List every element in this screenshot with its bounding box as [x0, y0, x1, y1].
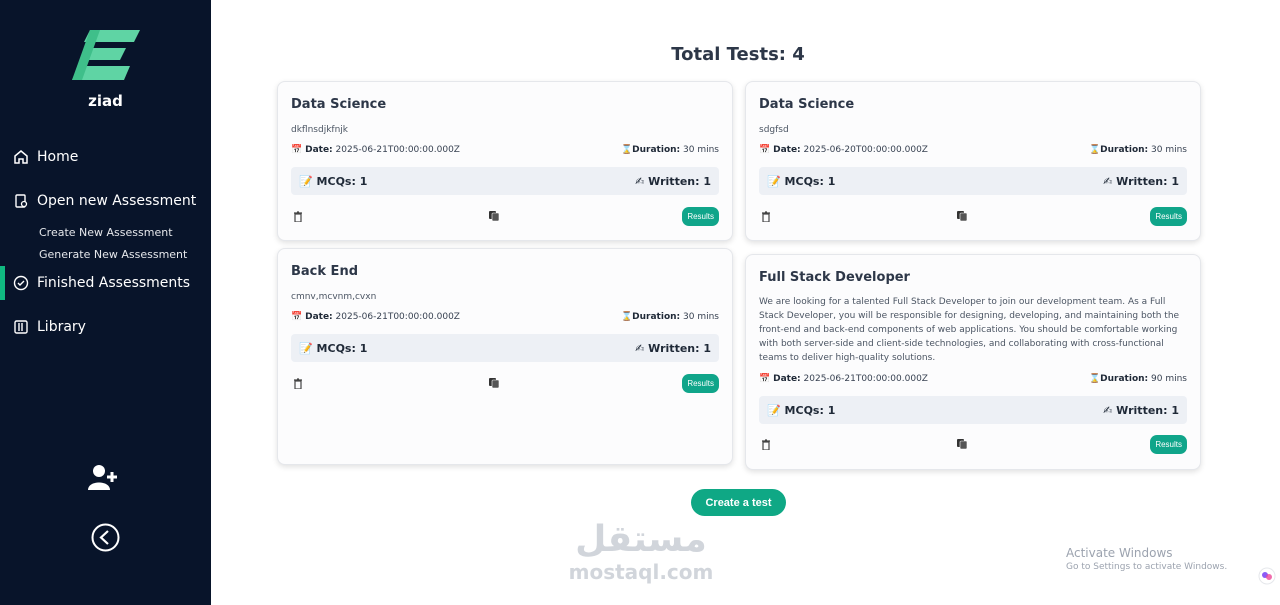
sidebar-item-home[interactable]: Home — [13, 149, 78, 165]
results-button[interactable]: Results — [1150, 434, 1187, 454]
assistant-icon[interactable] — [1258, 567, 1276, 585]
activate-title: Activate Windows — [1066, 546, 1173, 560]
card-duration: ⌛Duration: 30 mins — [620, 145, 719, 155]
memo-icon: 📝 — [299, 174, 313, 188]
page-title: Total Tests: 4 — [671, 44, 805, 65]
calendar-icon: 📅 — [291, 312, 303, 322]
card-counts: 📝 MCQs: 1 ✍ Written: 1 — [759, 167, 1187, 195]
memo-icon: 📝 — [299, 341, 313, 355]
card-actions: Results — [291, 372, 719, 394]
memo-icon: 📝 — [767, 174, 781, 188]
results-button[interactable]: Results — [1150, 206, 1187, 226]
pencil-icon: ✍ — [1103, 403, 1113, 417]
card-date: 📅 Date: 2025-06-21T00:00:00.000Z — [291, 312, 460, 322]
test-card: Full Stack Developer We are looking for … — [745, 254, 1201, 470]
card-description: sdgfsd — [759, 125, 789, 135]
sidebar-item-finished-assessments[interactable]: Finished Assessments — [13, 275, 190, 291]
card-mcqs: 📝 MCQs: 1 — [299, 341, 368, 355]
watermark-arabic: مستقل — [575, 519, 707, 560]
card-counts: 📝 MCQs: 1 ✍ Written: 1 — [291, 167, 719, 195]
card-description: cmnv,mcvnm,cvxn — [291, 292, 377, 302]
sidebar-subitem-create[interactable]: Create New Assessment — [39, 226, 173, 239]
copy-icon[interactable] — [487, 376, 501, 390]
create-test-button[interactable]: Create a test — [691, 489, 786, 516]
card-duration: ⌛Duration: 30 mins — [620, 312, 719, 322]
brand-name: ziad — [88, 92, 123, 110]
card-description: dkflnsdjkfnjk — [291, 125, 348, 135]
trash-icon[interactable] — [291, 376, 305, 390]
sidebar-item-open-new-assessment[interactable]: Open new Assessment — [13, 193, 196, 209]
sidebar-item-label: Open new Assessment — [37, 193, 197, 209]
card-meta: 📅 Date: 2025-06-21T00:00:00.000Z ⌛Durati… — [291, 145, 719, 155]
check-circle-icon — [13, 275, 29, 291]
trash-icon[interactable] — [759, 437, 773, 451]
calendar-icon: 📅 — [759, 145, 771, 155]
card-mcqs: 📝 MCQs: 1 — [767, 174, 836, 188]
trash-icon[interactable] — [759, 209, 773, 223]
card-actions: Results — [291, 205, 719, 227]
card-mcqs: 📝 MCQs: 1 — [299, 174, 368, 188]
calendar-icon: 📅 — [759, 374, 771, 384]
card-written: ✍ Written: 1 — [635, 174, 711, 188]
back-icon[interactable] — [91, 523, 120, 552]
logo-icon — [72, 30, 140, 80]
sidebar-item-label: Finished Assessments — [37, 275, 191, 291]
memo-icon: 📝 — [767, 403, 781, 417]
trash-icon[interactable] — [291, 209, 305, 223]
card-title: Back End — [291, 264, 358, 279]
card-written: ✍ Written: 1 — [635, 341, 711, 355]
card-meta: 📅 Date: 2025-06-20T00:00:00.000Z ⌛Durati… — [759, 145, 1187, 155]
active-indicator — [0, 266, 5, 300]
card-date: 📅 Date: 2025-06-20T00:00:00.000Z — [759, 145, 928, 155]
test-card: Back End cmnv,mcvnm,cvxn 📅 Date: 2025-06… — [277, 248, 733, 465]
sidebar-item-label: Library — [37, 319, 86, 335]
card-actions: Results — [759, 433, 1187, 455]
card-title: Full Stack Developer — [759, 270, 910, 285]
sidebar-item-library[interactable]: Library — [13, 319, 86, 335]
watermark: مستقل mostaql.com — [562, 519, 720, 585]
watermark-latin: mostaql.com — [568, 560, 714, 584]
test-card: Data Science dkflnsdjkfnjk 📅 Date: 2025-… — [277, 81, 733, 241]
sidebar-subitem-generate[interactable]: Generate New Assessment — [39, 248, 187, 261]
home-icon — [14, 150, 28, 164]
card-title: Data Science — [759, 97, 855, 112]
card-description: We are looking for a talented Full Stack… — [759, 297, 1180, 363]
results-button[interactable]: Results — [682, 206, 719, 226]
calendar-icon: 📅 — [291, 145, 303, 155]
card-actions: Results — [759, 205, 1187, 227]
card-written: ✍ Written: 1 — [1103, 174, 1179, 188]
hourglass-icon: ⌛ — [620, 145, 633, 155]
activate-windows-notice: Activate Windows Go to Settings to activ… — [1066, 546, 1227, 572]
card-duration: ⌛Duration: 30 mins — [1088, 145, 1187, 155]
card-date: 📅 Date: 2025-06-21T00:00:00.000Z — [291, 145, 460, 155]
add-user-icon[interactable] — [88, 464, 118, 490]
card-duration: ⌛Duration: 90 mins — [1088, 374, 1187, 384]
card-title: Data Science — [291, 97, 387, 112]
card-meta: 📅 Date: 2025-06-21T00:00:00.000Z ⌛Durati… — [291, 312, 719, 322]
card-meta: 📅 Date: 2025-06-21T00:00:00.000Z ⌛Durati… — [759, 374, 1187, 384]
hourglass-icon: ⌛ — [1088, 145, 1101, 155]
hourglass-icon: ⌛ — [1088, 374, 1101, 384]
pencil-icon: ✍ — [635, 341, 645, 355]
card-counts: 📝 MCQs: 1 ✍ Written: 1 — [759, 396, 1187, 424]
assessment-icon — [15, 194, 28, 208]
hourglass-icon: ⌛ — [620, 312, 633, 322]
sidebar: ziad Home Open new Assessment Create New… — [0, 0, 211, 605]
copy-icon[interactable] — [955, 209, 969, 223]
card-mcqs: 📝 MCQs: 1 — [767, 403, 836, 417]
copy-icon[interactable] — [487, 209, 501, 223]
test-card: Data Science sdgfsd 📅 Date: 2025-06-20T0… — [745, 81, 1201, 241]
copy-icon[interactable] — [955, 437, 969, 451]
card-written: ✍ Written: 1 — [1103, 403, 1179, 417]
results-button[interactable]: Results — [682, 373, 719, 393]
card-date: 📅 Date: 2025-06-21T00:00:00.000Z — [759, 374, 928, 384]
pencil-icon: ✍ — [1103, 174, 1113, 188]
pencil-icon: ✍ — [635, 174, 645, 188]
sidebar-item-label: Home — [37, 149, 79, 165]
library-icon — [14, 320, 28, 334]
card-counts: 📝 MCQs: 1 ✍ Written: 1 — [291, 334, 719, 362]
activate-subtitle: Go to Settings to activate Windows. — [1066, 562, 1228, 572]
